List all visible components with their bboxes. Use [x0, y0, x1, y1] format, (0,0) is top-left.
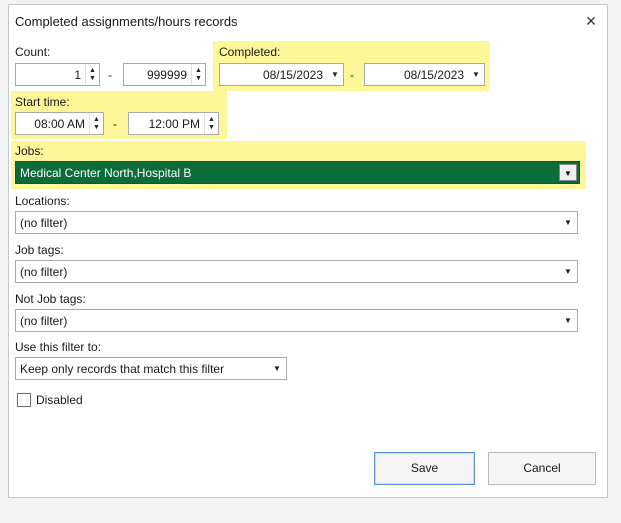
- count-to-stepper[interactable]: 999999 ▲ ▼: [123, 63, 206, 86]
- jobs-value: Medical Center North,Hospital B: [20, 165, 192, 180]
- completed-to-date[interactable]: 08/15/2023 ▼: [364, 63, 485, 86]
- start-time-to-value: 12:00 PM: [148, 116, 200, 131]
- not-job-tags-select[interactable]: (no filter) ▼: [15, 309, 578, 332]
- spin-down-icon[interactable]: ▼: [208, 124, 215, 132]
- use-filter-select[interactable]: Keep only records that match this filter…: [15, 357, 287, 380]
- count-label: Count:: [15, 45, 51, 59]
- locations-select[interactable]: (no filter) ▼: [15, 211, 578, 234]
- use-filter-label: Use this filter to:: [15, 340, 102, 354]
- count-to-spin[interactable]: ▲ ▼: [191, 64, 205, 85]
- start-time-to-spin[interactable]: ▲ ▼: [204, 113, 218, 134]
- spin-up-icon[interactable]: ▲: [89, 67, 96, 75]
- chevron-down-icon[interactable]: ▼: [559, 218, 577, 227]
- spin-up-icon[interactable]: ▲: [195, 67, 202, 75]
- chevron-down-icon[interactable]: ▼: [559, 316, 577, 325]
- jobs-select[interactable]: Medical Center North,Hospital B ▼: [15, 161, 580, 184]
- spin-down-icon[interactable]: ▼: [89, 75, 96, 83]
- start-time-from-spin[interactable]: ▲ ▼: [89, 113, 103, 134]
- completed-from-date[interactable]: 08/15/2023 ▼: [219, 63, 344, 86]
- job-tags-value: (no filter): [20, 264, 68, 279]
- not-job-tags-value: (no filter): [20, 313, 68, 328]
- count-from-stepper[interactable]: 1 ▲ ▼: [15, 63, 100, 86]
- chevron-down-icon[interactable]: ▼: [468, 70, 484, 79]
- save-button[interactable]: Save: [374, 452, 475, 485]
- filter-dialog: Completed assignments/hours records × Co…: [8, 4, 608, 498]
- job-tags-select[interactable]: (no filter) ▼: [15, 260, 578, 283]
- count-separator: -: [108, 68, 112, 82]
- chevron-down-icon[interactable]: ▼: [327, 70, 343, 79]
- count-from-spin[interactable]: ▲ ▼: [85, 64, 99, 85]
- start-time-from-stepper[interactable]: 08:00 AM ▲ ▼: [15, 112, 104, 135]
- disabled-checkbox[interactable]: [17, 393, 31, 407]
- spin-down-icon[interactable]: ▼: [93, 124, 100, 132]
- disabled-label: Disabled: [36, 393, 83, 407]
- spin-up-icon[interactable]: ▲: [208, 116, 215, 124]
- dialog-title: Completed assignments/hours records: [15, 14, 238, 29]
- start-time-label: Start time:: [15, 95, 70, 109]
- completed-separator: -: [350, 68, 354, 82]
- chevron-down-icon[interactable]: ▼: [559, 164, 577, 181]
- spin-up-icon[interactable]: ▲: [93, 116, 100, 124]
- count-from-value: 1: [74, 67, 81, 82]
- chevron-down-icon[interactable]: ▼: [268, 364, 286, 373]
- use-filter-value: Keep only records that match this filter: [20, 361, 225, 376]
- start-time-separator: -: [113, 117, 117, 131]
- chevron-down-icon[interactable]: ▼: [559, 267, 577, 276]
- spin-down-icon[interactable]: ▼: [195, 75, 202, 83]
- completed-from-value: 08/15/2023: [262, 67, 323, 82]
- cancel-button[interactable]: Cancel: [488, 452, 596, 485]
- completed-to-value: 08/15/2023: [403, 67, 464, 82]
- locations-label: Locations:: [15, 194, 70, 208]
- locations-value: (no filter): [20, 215, 68, 230]
- completed-label: Completed:: [219, 45, 281, 59]
- close-icon[interactable]: ×: [579, 9, 603, 33]
- start-time-from-value: 08:00 AM: [34, 116, 85, 131]
- not-job-tags-label: Not Job tags:: [15, 292, 86, 306]
- jobs-label: Jobs:: [15, 144, 44, 158]
- count-to-value: 999999: [146, 67, 187, 82]
- job-tags-label: Job tags:: [15, 243, 64, 257]
- start-time-to-stepper[interactable]: 12:00 PM ▲ ▼: [128, 112, 219, 135]
